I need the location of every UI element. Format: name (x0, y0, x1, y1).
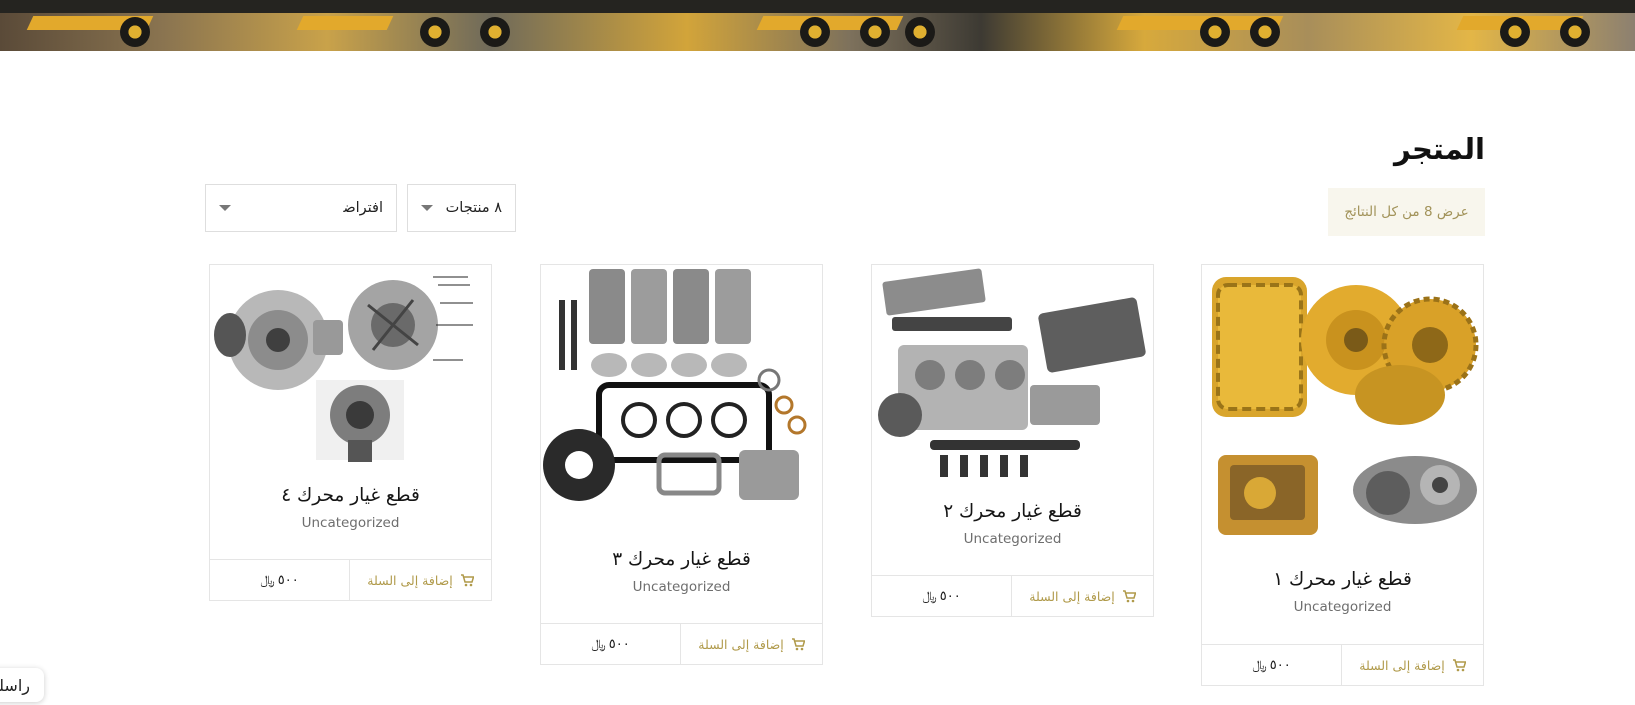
sort-select[interactable]: افتراض‍ (205, 184, 397, 232)
add-to-cart-button[interactable]: إضافة إلى السلة (349, 560, 491, 600)
product-actions: إضافة إلى السلة ٥٠٠ ﷼ (210, 559, 491, 600)
product-card[interactable]: قطع غيار محرك ٢ Uncategorized إضافة إلى … (871, 264, 1154, 617)
currency-symbol: ﷼ (922, 588, 937, 604)
currency-symbol: ﷼ (1252, 657, 1267, 673)
hero-banner (0, 0, 1635, 51)
gasket-kit-illustration (543, 269, 807, 501)
chevron-down-icon (219, 205, 231, 211)
per-page-select[interactable]: ٨ منتجات (407, 184, 516, 232)
chat-button[interactable]: راسلنا (0, 668, 44, 702)
currency-symbol: ﷼ (260, 572, 275, 588)
banner-wheel (120, 17, 150, 47)
per-page-value: ٨ منتجات (445, 200, 502, 216)
banner-wheel (860, 17, 890, 47)
undercarriage-parts-illustration (1212, 277, 1479, 535)
add-to-cart-label: إضافة إلى السلة (1029, 588, 1115, 604)
product-image[interactable] (872, 265, 1153, 487)
chat-label: راسلنا (0, 675, 30, 695)
product-category[interactable]: Uncategorized (541, 579, 822, 595)
banner-wheel (480, 17, 510, 47)
cart-icon (1452, 658, 1466, 671)
banner-wheel (1560, 17, 1590, 47)
product-name[interactable]: قطع غيار محرك ٢ (872, 501, 1153, 522)
product-category[interactable]: Uncategorized (1202, 599, 1483, 615)
product-name[interactable]: قطع غيار محرك ١ (1202, 569, 1483, 590)
sort-value: افتراض‍ (343, 200, 383, 216)
product-image[interactable] (210, 265, 491, 471)
price-value: ٥٠٠ (608, 636, 630, 652)
result-count: عرض 8 من كل النتائج (1328, 188, 1485, 236)
banner-wheel (905, 17, 935, 47)
product-price: ٥٠٠ ﷼ (210, 560, 349, 600)
product-name[interactable]: قطع غيار محرك ٤ (210, 485, 491, 506)
price-value: ٥٠٠ (939, 588, 961, 604)
banner-wheel (420, 17, 450, 47)
chevron-down-icon (421, 205, 433, 211)
cart-icon (460, 573, 474, 586)
banner-wheel (1200, 17, 1230, 47)
cart-icon (791, 637, 805, 650)
turbocharger-illustration (214, 276, 473, 462)
product-card[interactable]: قطع غيار محرك ١ Uncategorized إضافة إلى … (1201, 264, 1484, 686)
currency-symbol: ﷼ (591, 636, 606, 652)
banner-dark-strip (0, 0, 1635, 13)
add-to-cart-label: إضافة إلى السلة (698, 636, 784, 652)
product-category[interactable]: Uncategorized (210, 515, 491, 531)
cart-icon (1122, 589, 1136, 602)
product-image[interactable] (1202, 265, 1483, 555)
banner-machine-arm (296, 16, 394, 30)
product-category[interactable]: Uncategorized (872, 531, 1153, 547)
add-to-cart-button[interactable]: إضافة إلى السلة (1011, 576, 1153, 616)
banner-wheel (1500, 17, 1530, 47)
product-image[interactable] (541, 265, 822, 535)
product-card[interactable]: قطع غيار محرك ٣ Uncategorized إضافة إلى … (540, 264, 823, 665)
price-value: ٥٠٠ (1269, 657, 1291, 673)
product-price: ٥٠٠ ﷼ (1202, 645, 1341, 685)
add-to-cart-label: إضافة إلى السلة (367, 572, 453, 588)
price-value: ٥٠٠ (277, 572, 299, 588)
engine-block-illustration (878, 268, 1146, 477)
page-title: المتجر (1393, 132, 1485, 166)
product-card[interactable]: قطع غيار محرك ٤ Uncategorized إضافة إلى … (209, 264, 492, 601)
product-actions: إضافة إلى السلة ٥٠٠ ﷼ (541, 623, 822, 664)
add-to-cart-label: إضافة إلى السلة (1359, 657, 1445, 673)
product-actions: إضافة إلى السلة ٥٠٠ ﷼ (872, 575, 1153, 616)
add-to-cart-button[interactable]: إضافة إلى السلة (680, 624, 822, 664)
product-actions: إضافة إلى السلة ٥٠٠ ﷼ (1202, 644, 1483, 685)
product-name[interactable]: قطع غيار محرك ٣ (541, 549, 822, 570)
product-price: ٥٠٠ ﷼ (541, 624, 680, 664)
add-to-cart-button[interactable]: إضافة إلى السلة (1341, 645, 1483, 685)
product-price: ٥٠٠ ﷼ (872, 576, 1011, 616)
banner-wheel (1250, 17, 1280, 47)
banner-wheel (800, 17, 830, 47)
